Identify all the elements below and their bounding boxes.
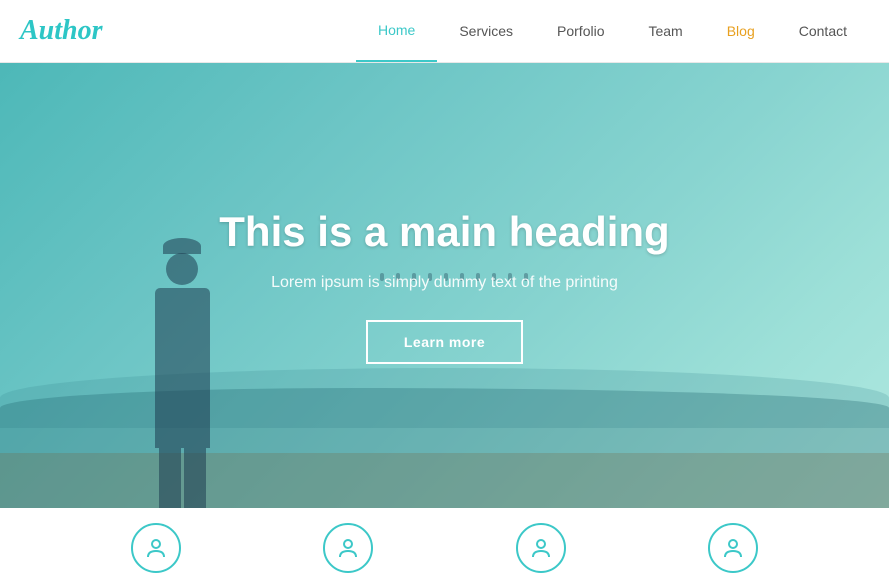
nav-item-team[interactable]: Team <box>626 0 704 62</box>
nav-link-team[interactable]: Team <box>626 0 704 62</box>
person-icon-2 <box>337 537 359 559</box>
hero-person-silhouette <box>155 288 210 448</box>
feature-icon-1 <box>131 523 181 573</box>
person-icon-1 <box>145 537 167 559</box>
person-icon-4 <box>722 537 744 559</box>
nav-link-contact[interactable]: Contact <box>777 0 869 62</box>
feature-icon-3 <box>516 523 566 573</box>
hero-subtext: Lorem ipsum is simply dummy text of the … <box>219 274 669 292</box>
hero-content: This is a main heading Lorem ipsum is si… <box>219 208 669 364</box>
nav-link-blog[interactable]: Blog <box>705 0 777 62</box>
hero-section: This is a main heading Lorem ipsum is si… <box>0 63 889 508</box>
person-right-leg <box>184 448 206 508</box>
nav-item-portfolio[interactable]: Porfolio <box>535 0 626 62</box>
nav-item-services[interactable]: Services <box>437 0 535 62</box>
nav-menu: Home Services Porfolio Team Blog Contact <box>356 0 869 62</box>
person-body <box>155 288 210 448</box>
person-icon-3 <box>530 537 552 559</box>
navbar: Author Home Services Porfolio Team Blog … <box>0 0 889 63</box>
nav-link-home[interactable]: Home <box>356 0 437 62</box>
nav-item-blog[interactable]: Blog <box>705 0 777 62</box>
hero-ground <box>0 453 889 508</box>
hero-heading: This is a main heading <box>219 208 669 256</box>
feature-icon-2 <box>323 523 373 573</box>
person-cap <box>163 238 201 254</box>
nav-item-home[interactable]: Home <box>356 0 437 62</box>
learn-more-button[interactable]: Learn more <box>366 320 523 364</box>
nav-link-services[interactable]: Services <box>437 0 535 62</box>
brand-logo[interactable]: Author <box>20 15 103 47</box>
nav-link-portfolio[interactable]: Porfolio <box>535 0 626 62</box>
nav-item-contact[interactable]: Contact <box>777 0 869 62</box>
person-left-leg <box>159 448 181 508</box>
bottom-section <box>0 508 889 573</box>
person-head <box>166 253 198 285</box>
feature-icon-4 <box>708 523 758 573</box>
